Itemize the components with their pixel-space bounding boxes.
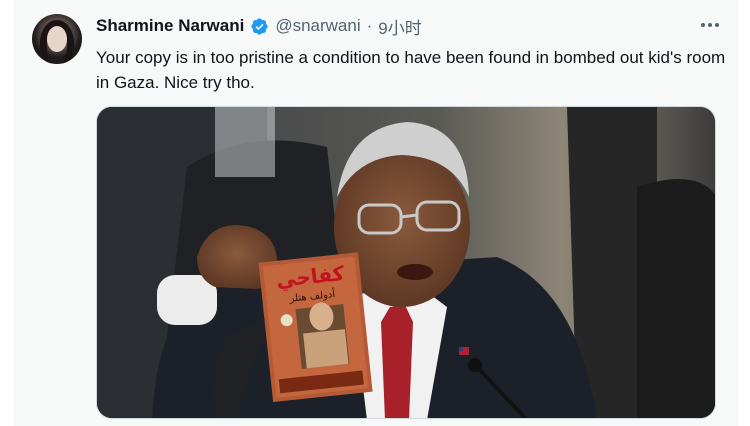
tweet-text: Your copy is in too pristine a condition… <box>96 48 726 92</box>
author-name[interactable]: Sharmine Narwani <box>96 16 244 36</box>
avatar-face <box>47 26 67 52</box>
photo-illustration: كفاحي أدولف هتلر <box>97 107 715 418</box>
tweet[interactable]: Sharmine Narwani @snarwani · 9小时 Your co… <box>14 0 738 426</box>
verified-badge-icon <box>250 17 269 36</box>
tweet-header: Sharmine Narwani @snarwani · 9小时 <box>96 14 422 38</box>
tweet-timestamp[interactable]: 9小时 <box>378 14 421 39</box>
tweet-media-photo[interactable]: كفاحي أدولف هتلر <box>96 106 716 419</box>
author-handle[interactable]: @snarwani <box>275 16 360 36</box>
more-options-icon[interactable] <box>698 18 722 32</box>
author-avatar[interactable] <box>32 14 82 64</box>
more-dot <box>715 23 719 27</box>
separator-dot: · <box>366 16 373 35</box>
more-dot <box>708 23 712 27</box>
more-dot <box>701 23 705 27</box>
